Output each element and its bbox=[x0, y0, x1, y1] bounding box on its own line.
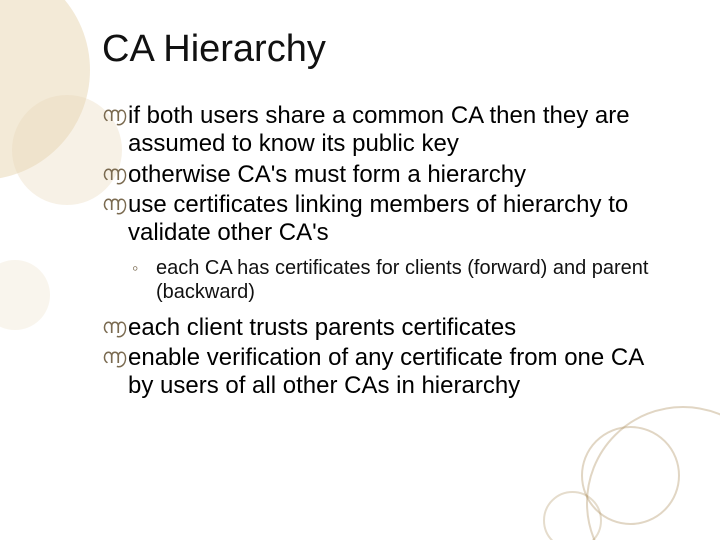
bullet-text: each CA has certificates for clients (fo… bbox=[156, 257, 648, 303]
swirl-bullet-icon: ൬ bbox=[102, 347, 122, 367]
bullet-text: enable verification of any certificate f… bbox=[128, 344, 643, 399]
bg-ring bbox=[543, 491, 602, 540]
bg-ring bbox=[586, 406, 720, 540]
swirl-bullet-icon: ൬ bbox=[102, 194, 122, 214]
bg-ring bbox=[581, 426, 680, 525]
bullet-level1: ൬ use certificates linking members of hi… bbox=[102, 191, 652, 248]
bg-circle bbox=[0, 0, 90, 180]
bullet-text: if both users share a common CA then the… bbox=[128, 102, 630, 157]
bullet-text: each client trusts parents certificates bbox=[128, 314, 516, 341]
bullet-level1: ൬ if both users share a common CA then t… bbox=[102, 102, 652, 159]
bullet-level2: ◦ each CA has certificates for clients (… bbox=[102, 256, 652, 304]
slide: CA Hierarchy ൬ if both users share a com… bbox=[0, 0, 720, 540]
swirl-bullet-icon: ൬ bbox=[102, 317, 122, 337]
bullet-level1: ൬ otherwise CA's must form a hierarchy bbox=[102, 161, 652, 189]
slide-title: CA Hierarchy bbox=[102, 28, 326, 71]
bullet-text: use certificates linking members of hier… bbox=[128, 191, 628, 246]
slide-content: ൬ if both users share a common CA then t… bbox=[102, 102, 652, 403]
bullet-text: otherwise CA's must form a hierarchy bbox=[128, 161, 526, 188]
hollow-bullet-icon: ◦ bbox=[132, 258, 148, 280]
bullet-level1: ൬ each client trusts parents certificate… bbox=[102, 314, 652, 342]
bg-circle bbox=[0, 260, 50, 330]
bullet-level1: ൬ enable verification of any certificate… bbox=[102, 344, 652, 401]
swirl-bullet-icon: ൬ bbox=[102, 164, 122, 184]
swirl-bullet-icon: ൬ bbox=[102, 105, 122, 125]
